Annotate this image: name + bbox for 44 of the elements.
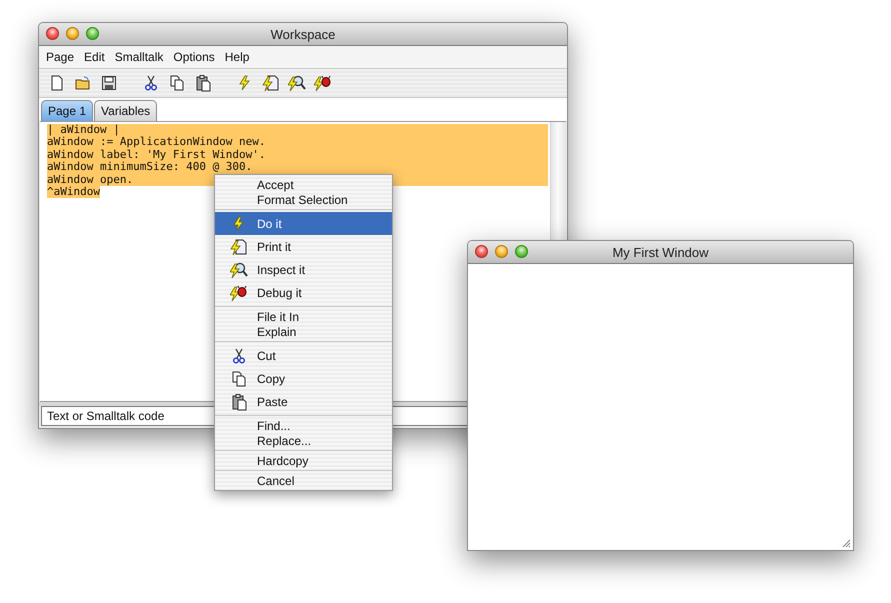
menu-item[interactable]: Edit xyxy=(79,50,110,64)
menu-item[interactable]: Find... xyxy=(215,418,392,433)
menu-item[interactable]: Print it xyxy=(215,235,392,258)
menu-item[interactable]: Hardcopy xyxy=(215,453,392,468)
window-title: Workspace xyxy=(270,26,336,42)
bug-lightning-icon xyxy=(314,74,332,92)
zoom-button[interactable] xyxy=(515,245,528,258)
menu-item[interactable]: Help xyxy=(220,50,254,64)
menu-item[interactable]: File it In xyxy=(215,309,392,324)
tab[interactable]: Page 1 xyxy=(41,100,94,121)
menu-item[interactable]: Format Selection xyxy=(215,192,392,207)
menu-item[interactable]: Paste xyxy=(215,390,392,413)
menu-item[interactable]: Copy xyxy=(215,367,392,390)
menu-item[interactable]: Options xyxy=(168,50,220,64)
magnifier-lightning-icon xyxy=(288,74,306,92)
copy-icon xyxy=(168,74,186,92)
scissors-icon xyxy=(230,346,248,364)
resize-grip-icon[interactable] xyxy=(841,538,851,548)
menu-item[interactable]: Replace... xyxy=(215,433,392,448)
scissors-icon xyxy=(142,74,160,92)
close-button[interactable] xyxy=(46,27,59,40)
paste-icon xyxy=(194,74,212,92)
page-lightning-icon xyxy=(230,238,248,256)
paste-icon xyxy=(230,392,248,410)
folder-icon xyxy=(74,74,92,92)
menu-item[interactable]: Debug it xyxy=(215,281,392,304)
save-icon xyxy=(100,74,118,92)
minimize-button[interactable] xyxy=(66,27,79,40)
menu-item[interactable]: Cancel xyxy=(215,473,392,488)
menu-item[interactable]: Smalltalk xyxy=(110,50,168,64)
tab[interactable]: Variables xyxy=(94,100,158,121)
menu-item[interactable]: Inspect it xyxy=(215,258,392,281)
menu-item[interactable]: Do it xyxy=(215,212,392,235)
magnifier-lightning-icon xyxy=(230,260,248,278)
menu-item[interactable]: Page xyxy=(41,50,80,64)
window-title: My First Window xyxy=(612,244,709,260)
menu-item[interactable]: Cut xyxy=(215,344,392,367)
zoom-button[interactable] xyxy=(86,27,99,40)
minimize-button[interactable] xyxy=(495,245,508,258)
close-button[interactable] xyxy=(475,245,488,258)
bug-lightning-icon xyxy=(230,284,248,302)
page-lightning-icon xyxy=(262,74,280,92)
menu-item[interactable]: Explain xyxy=(215,324,392,339)
copy-icon xyxy=(230,370,248,388)
